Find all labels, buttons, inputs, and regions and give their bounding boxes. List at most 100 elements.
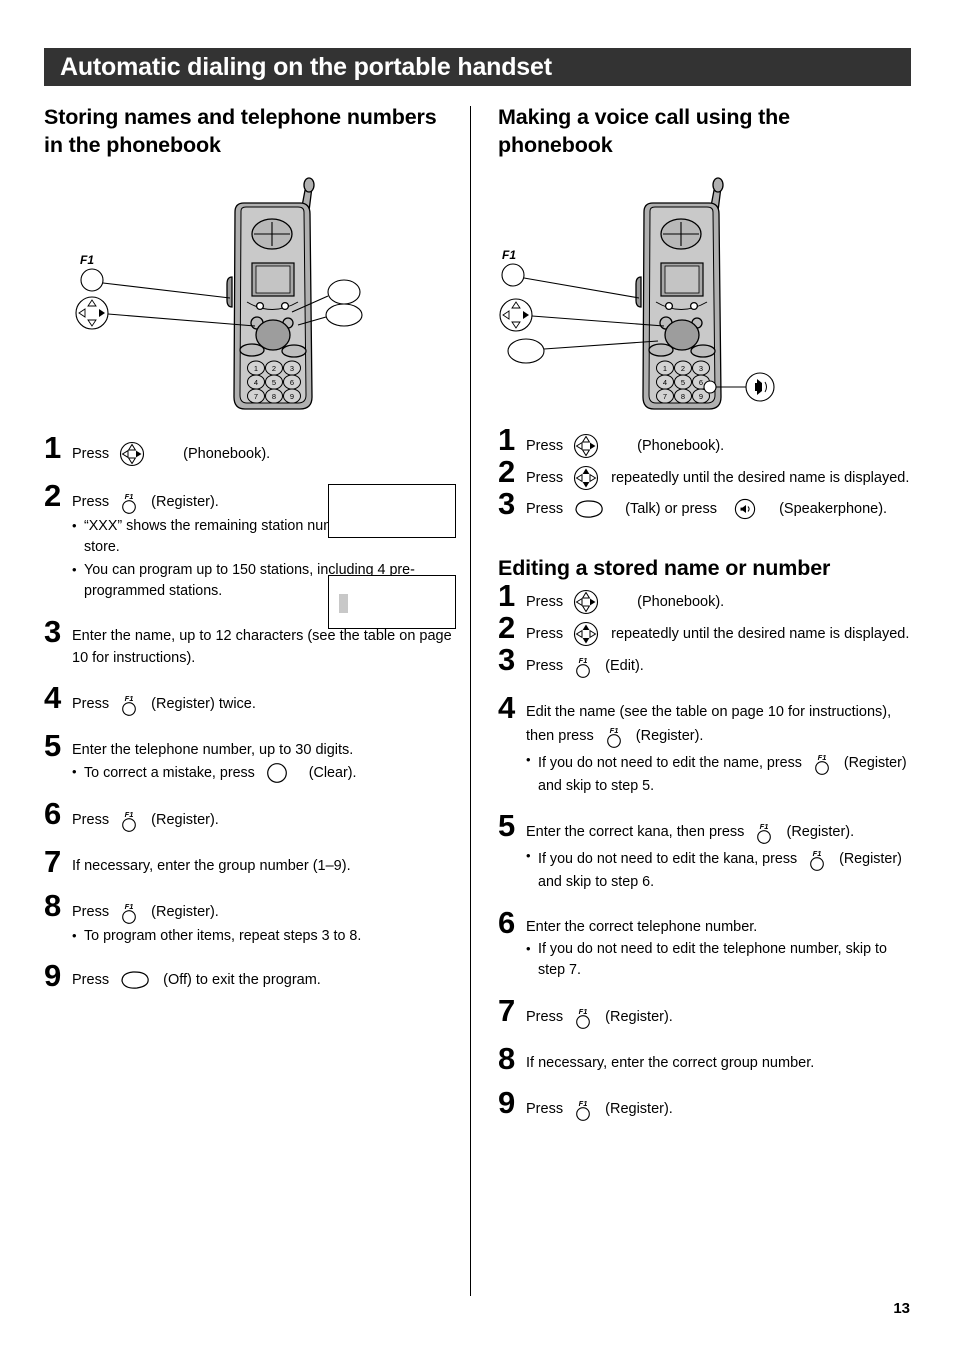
step-text-pre: Press: [72, 972, 110, 989]
svg-text:4: 4: [254, 378, 258, 387]
bullet-icon: •: [72, 927, 77, 943]
speakerphone-key-icon[interactable]: [733, 497, 757, 521]
step-text-pre: Press: [526, 593, 564, 610]
step-number: 3: [498, 641, 515, 677]
svg-text:5: 5: [681, 378, 685, 387]
step-voice-2: 2 Press repeatedly until the desired nam…: [498, 456, 910, 491]
nav-pad-right-icon[interactable]: [573, 433, 599, 459]
step-text-post: (Register).: [151, 903, 219, 920]
step-text-post: (Phonebook).: [637, 438, 725, 455]
right-column: Making a voice call using the phonebook: [498, 104, 910, 1122]
f1-soft-key-icon[interactable]: F1: [119, 807, 139, 833]
nav-pad-right-icon[interactable]: [119, 441, 145, 467]
f1-soft-key-icon[interactable]: F1: [807, 846, 827, 872]
step-voice-3: 3 Press (Talk) or press (Speakerphone).: [498, 488, 910, 521]
step-text-pre: Press: [72, 494, 110, 511]
svg-text:F1: F1: [579, 656, 588, 665]
step-note: • To correct a mistake, press (Clear).: [72, 762, 454, 784]
nav-pad-updown-icon[interactable]: [573, 621, 599, 647]
left-column: Storing names and telephone numbers in t…: [44, 104, 454, 991]
step-left-6: 6 Press F1 (Register).: [44, 798, 454, 833]
step-number: 8: [44, 887, 61, 923]
svg-text:8: 8: [272, 392, 276, 401]
step-number: 7: [498, 992, 515, 1028]
page-number: 13: [893, 1300, 910, 1317]
step-number: 6: [498, 904, 515, 940]
off-key-icon[interactable]: [119, 969, 151, 991]
step-text-pre: Press: [72, 446, 110, 463]
step-text-post: repeatedly until the desired name is dis…: [611, 470, 910, 487]
f1-soft-key-icon[interactable]: F1: [119, 489, 139, 515]
step-text-pre: Press: [526, 657, 564, 674]
step-note-text-post: (Clear).: [308, 765, 357, 782]
svg-text:6: 6: [699, 378, 703, 387]
f1-soft-key-icon[interactable]: F1: [573, 1004, 593, 1030]
step-text-post: (Register).: [605, 1008, 673, 1025]
step-edit-3: 3 Press F1 (Edit).: [498, 644, 910, 679]
step-text-pre: Press: [526, 1100, 564, 1117]
step-note: • If you do not need to edit the name, p…: [526, 750, 910, 797]
step-number: 4: [498, 689, 515, 725]
step-text: If necessary, enter the correct group nu…: [526, 1054, 815, 1071]
step-text-post: (Register).: [786, 824, 855, 841]
step-text-post: (Phonebook).: [183, 446, 271, 463]
page-title: Automatic dialing on the portable handse…: [60, 52, 552, 81]
f1-soft-key-icon[interactable]: F1: [119, 691, 139, 717]
step-edit-9: 9 Press F1 (Register).: [498, 1087, 910, 1122]
step-left-5: 5 Enter the telephone number, up to 30 d…: [44, 730, 454, 784]
display-callout-1: [328, 484, 456, 538]
section-heading-editing: Editing a stored name or number: [498, 556, 831, 581]
step-number: 2: [498, 454, 515, 490]
step-note-text-pre: If you do not need to edit the name, pre…: [538, 754, 802, 771]
svg-text:F1: F1: [502, 248, 516, 262]
step-number: 1: [44, 430, 61, 466]
section-heading-storing: Storing names and telephone numbers in t…: [44, 105, 437, 157]
f1-soft-key-icon[interactable]: F1: [812, 750, 832, 776]
nav-pad-right-icon[interactable]: [573, 589, 599, 615]
f1-soft-key-icon[interactable]: F1: [119, 899, 139, 925]
display-callout-2: [328, 575, 456, 629]
step-text-pre: Press: [72, 903, 110, 920]
talk-key-icon[interactable]: [573, 498, 605, 520]
step-text-pre: Press: [526, 1008, 564, 1025]
display-cursor-block: [339, 594, 348, 613]
step-note-text: To correct a mistake, press: [84, 765, 255, 782]
step-left-3: 3 Enter the name, up to 12 characters (s…: [44, 616, 454, 669]
nav-pad-updown-icon[interactable]: [573, 465, 599, 491]
step-number: 6: [44, 795, 61, 831]
step-text: Enter the telephone number, up to 30 dig…: [72, 742, 354, 759]
svg-text:8: 8: [681, 392, 685, 401]
svg-text:F1: F1: [125, 694, 134, 703]
step-number: 1: [498, 422, 515, 458]
step-edit-4: 4 Edit the name (see the table on page 1…: [498, 692, 910, 798]
step-note: • To program other items, repeat steps 3…: [72, 926, 454, 947]
svg-text:5: 5: [272, 378, 276, 387]
svg-text:F1: F1: [817, 753, 826, 762]
f1-soft-key-icon[interactable]: F1: [573, 1096, 593, 1122]
step-text-pre: Press: [72, 811, 110, 828]
step-text-post: (Register).: [635, 727, 704, 744]
svg-text:F1: F1: [579, 1007, 588, 1016]
step-text-pre: Press: [526, 438, 564, 455]
step-voice-1: 1 Press (Phonebook).: [498, 424, 910, 459]
svg-text:F1: F1: [579, 1099, 588, 1108]
step-text-post: (Phonebook).: [637, 593, 725, 610]
bullet-icon: •: [526, 940, 531, 956]
clear-key-icon[interactable]: [265, 762, 289, 784]
svg-text:F1: F1: [760, 822, 769, 831]
svg-text:F1: F1: [80, 253, 94, 267]
svg-text:7: 7: [254, 392, 258, 401]
svg-text:4: 4: [663, 378, 667, 387]
f1-soft-key-icon[interactable]: F1: [604, 723, 624, 749]
f1-soft-key-icon[interactable]: F1: [573, 653, 593, 679]
step-left-8: 8 Press F1 (Register). • To program othe…: [44, 890, 454, 947]
handset-illustration-left: 123 456 789 F1: [44, 165, 454, 427]
bullet-icon: •: [72, 561, 77, 577]
step-text-post: repeatedly until the desired name is dis…: [611, 625, 910, 642]
svg-text:1: 1: [663, 364, 667, 373]
svg-text:F1: F1: [125, 902, 134, 911]
svg-text:6: 6: [290, 378, 294, 387]
step-number: 3: [44, 613, 61, 649]
step-text-post: (Talk) or press: [625, 501, 717, 518]
f1-soft-key-icon[interactable]: F1: [754, 819, 774, 845]
